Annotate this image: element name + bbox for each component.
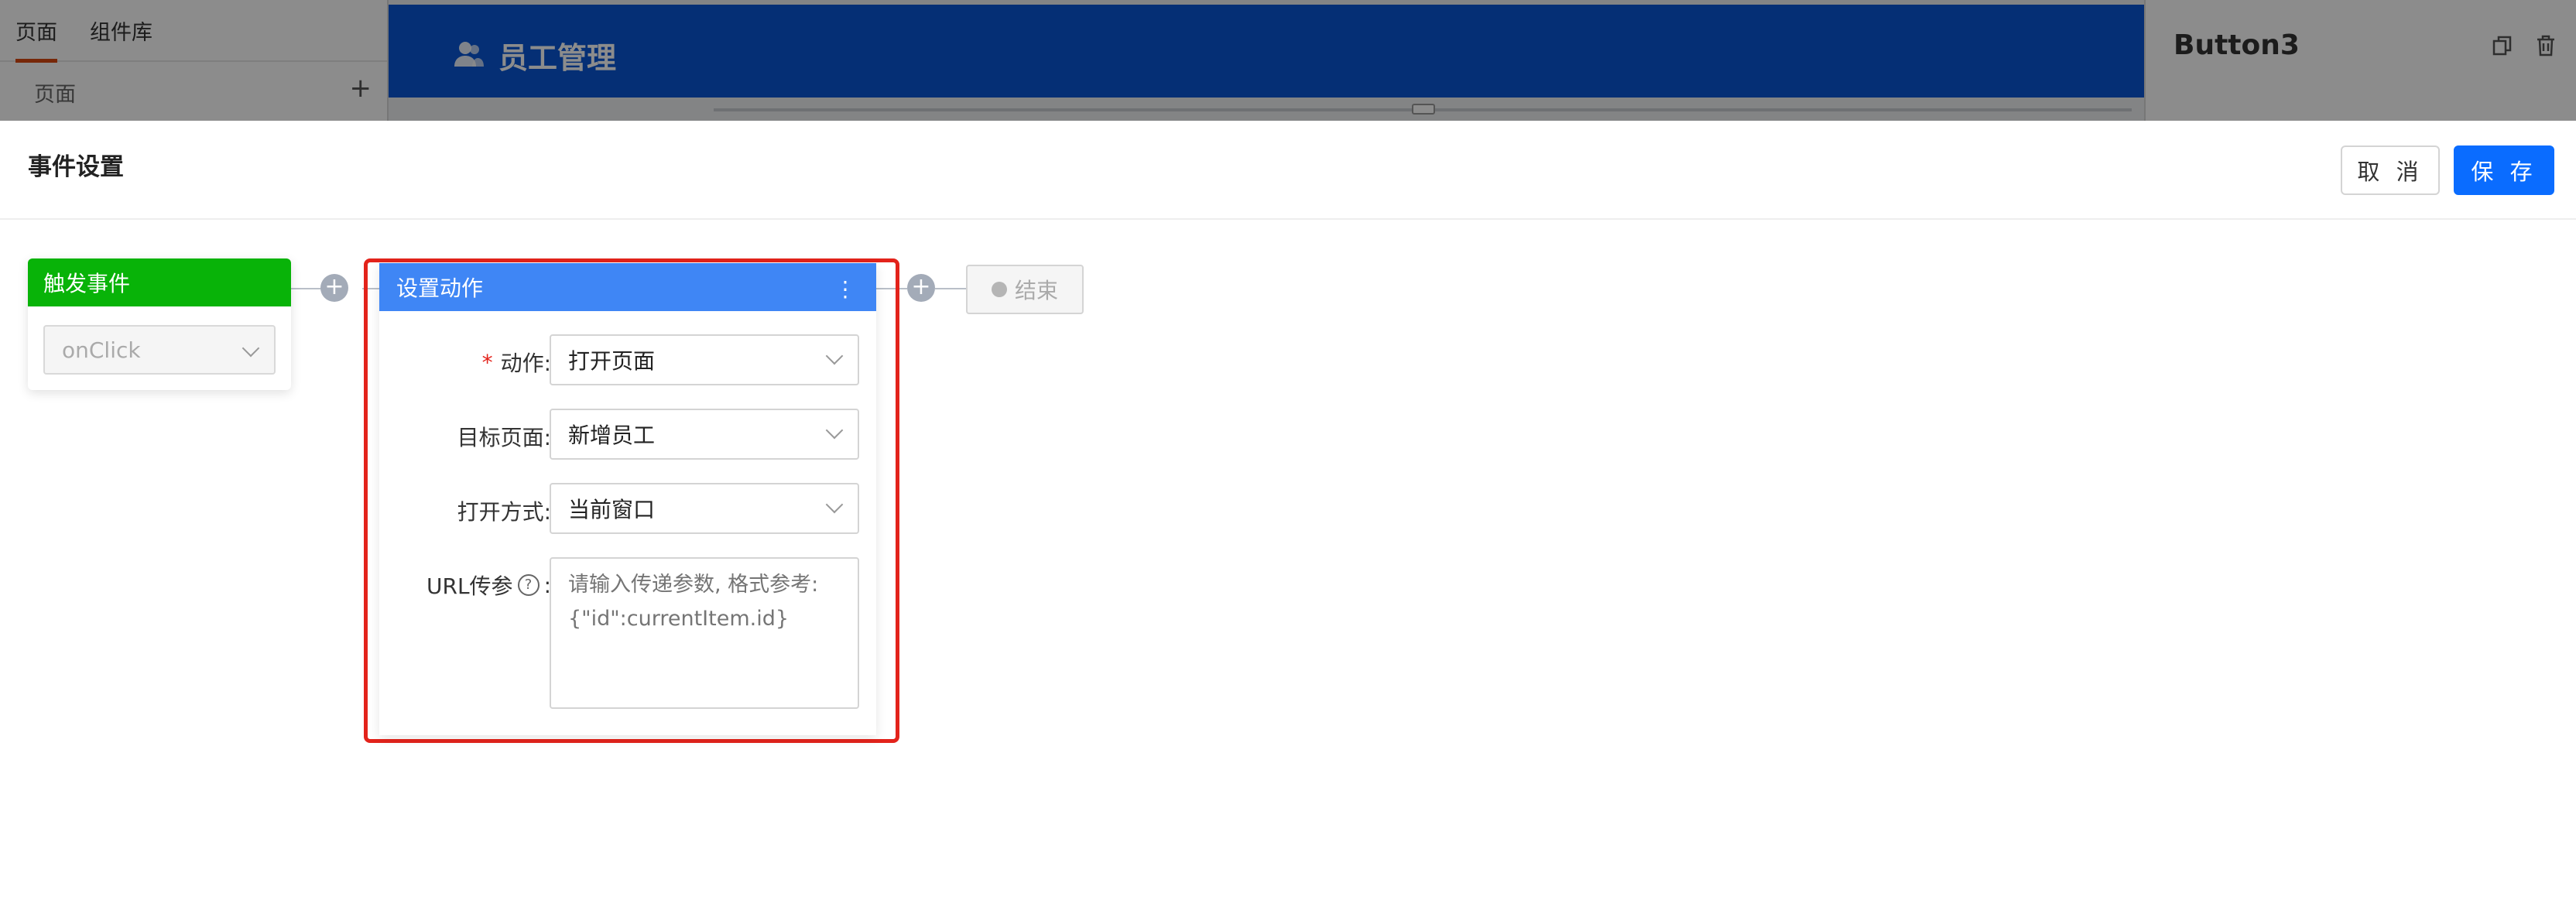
event-settings-dialog: 事件设置 取 消 保 存 触发事件 onClick + + 设置动作 ⋮ * 动…: [0, 121, 2576, 907]
more-vertical-icon[interactable]: ⋮: [834, 279, 856, 300]
trigger-event-node: 触发事件 onClick: [28, 258, 291, 390]
add-action-button[interactable]: +: [320, 274, 348, 302]
url-params-textarea[interactable]: [550, 557, 859, 709]
help-icon[interactable]: ?: [517, 574, 540, 596]
open-mode-label: 打开方式:: [457, 499, 551, 525]
target-page-select-value: 新增员工: [568, 423, 656, 448]
trigger-node-title: 触发事件: [28, 258, 291, 306]
url-params-label-text: URL传参: [426, 573, 513, 599]
chevron-down-icon: [825, 495, 844, 514]
dialog-header: 事件设置 取 消 保 存: [0, 121, 2576, 220]
open-mode-select-value: 当前窗口: [568, 497, 656, 522]
open-mode-select[interactable]: 当前窗口: [550, 483, 859, 534]
action-select[interactable]: 打开页面: [550, 334, 859, 385]
chevron-down-icon: [825, 347, 844, 365]
target-page-label: 目标页面:: [457, 425, 551, 450]
required-mark: *: [481, 349, 493, 375]
chevron-down-icon: [242, 339, 260, 358]
action-label: * 动作:: [482, 347, 551, 378]
action-select-value: 打开页面: [568, 348, 656, 374]
action-node-title: 设置动作: [396, 276, 484, 301]
event-select[interactable]: onClick: [43, 325, 276, 375]
target-page-select[interactable]: 新增员工: [550, 409, 859, 460]
cancel-button[interactable]: 取 消: [2341, 145, 2440, 195]
action-node-header: 设置动作 ⋮: [379, 263, 876, 311]
end-dot-icon: [991, 282, 1007, 297]
end-node-label: 结束: [1014, 278, 1058, 303]
modal-overlay[interactable]: [0, 0, 2576, 121]
add-action-button[interactable]: +: [907, 274, 935, 302]
event-flow: 触发事件 onClick + + 设置动作 ⋮ * 动作: 打开页面 目标页面:…: [0, 220, 2576, 907]
chevron-down-icon: [825, 421, 844, 440]
end-node: 结束: [966, 265, 1084, 314]
save-button[interactable]: 保 存: [2454, 145, 2554, 195]
dialog-title: 事件设置: [28, 153, 124, 181]
event-select-value: onClick: [62, 337, 141, 363]
set-action-node: 设置动作 ⋮ * 动作: 打开页面 目标页面: 新增员工 打开方式: 当前窗口 …: [379, 263, 876, 735]
url-params-label: URL传参 ? :: [426, 570, 551, 601]
connector-line: [935, 288, 966, 289]
action-label-text: 动作:: [500, 351, 551, 376]
